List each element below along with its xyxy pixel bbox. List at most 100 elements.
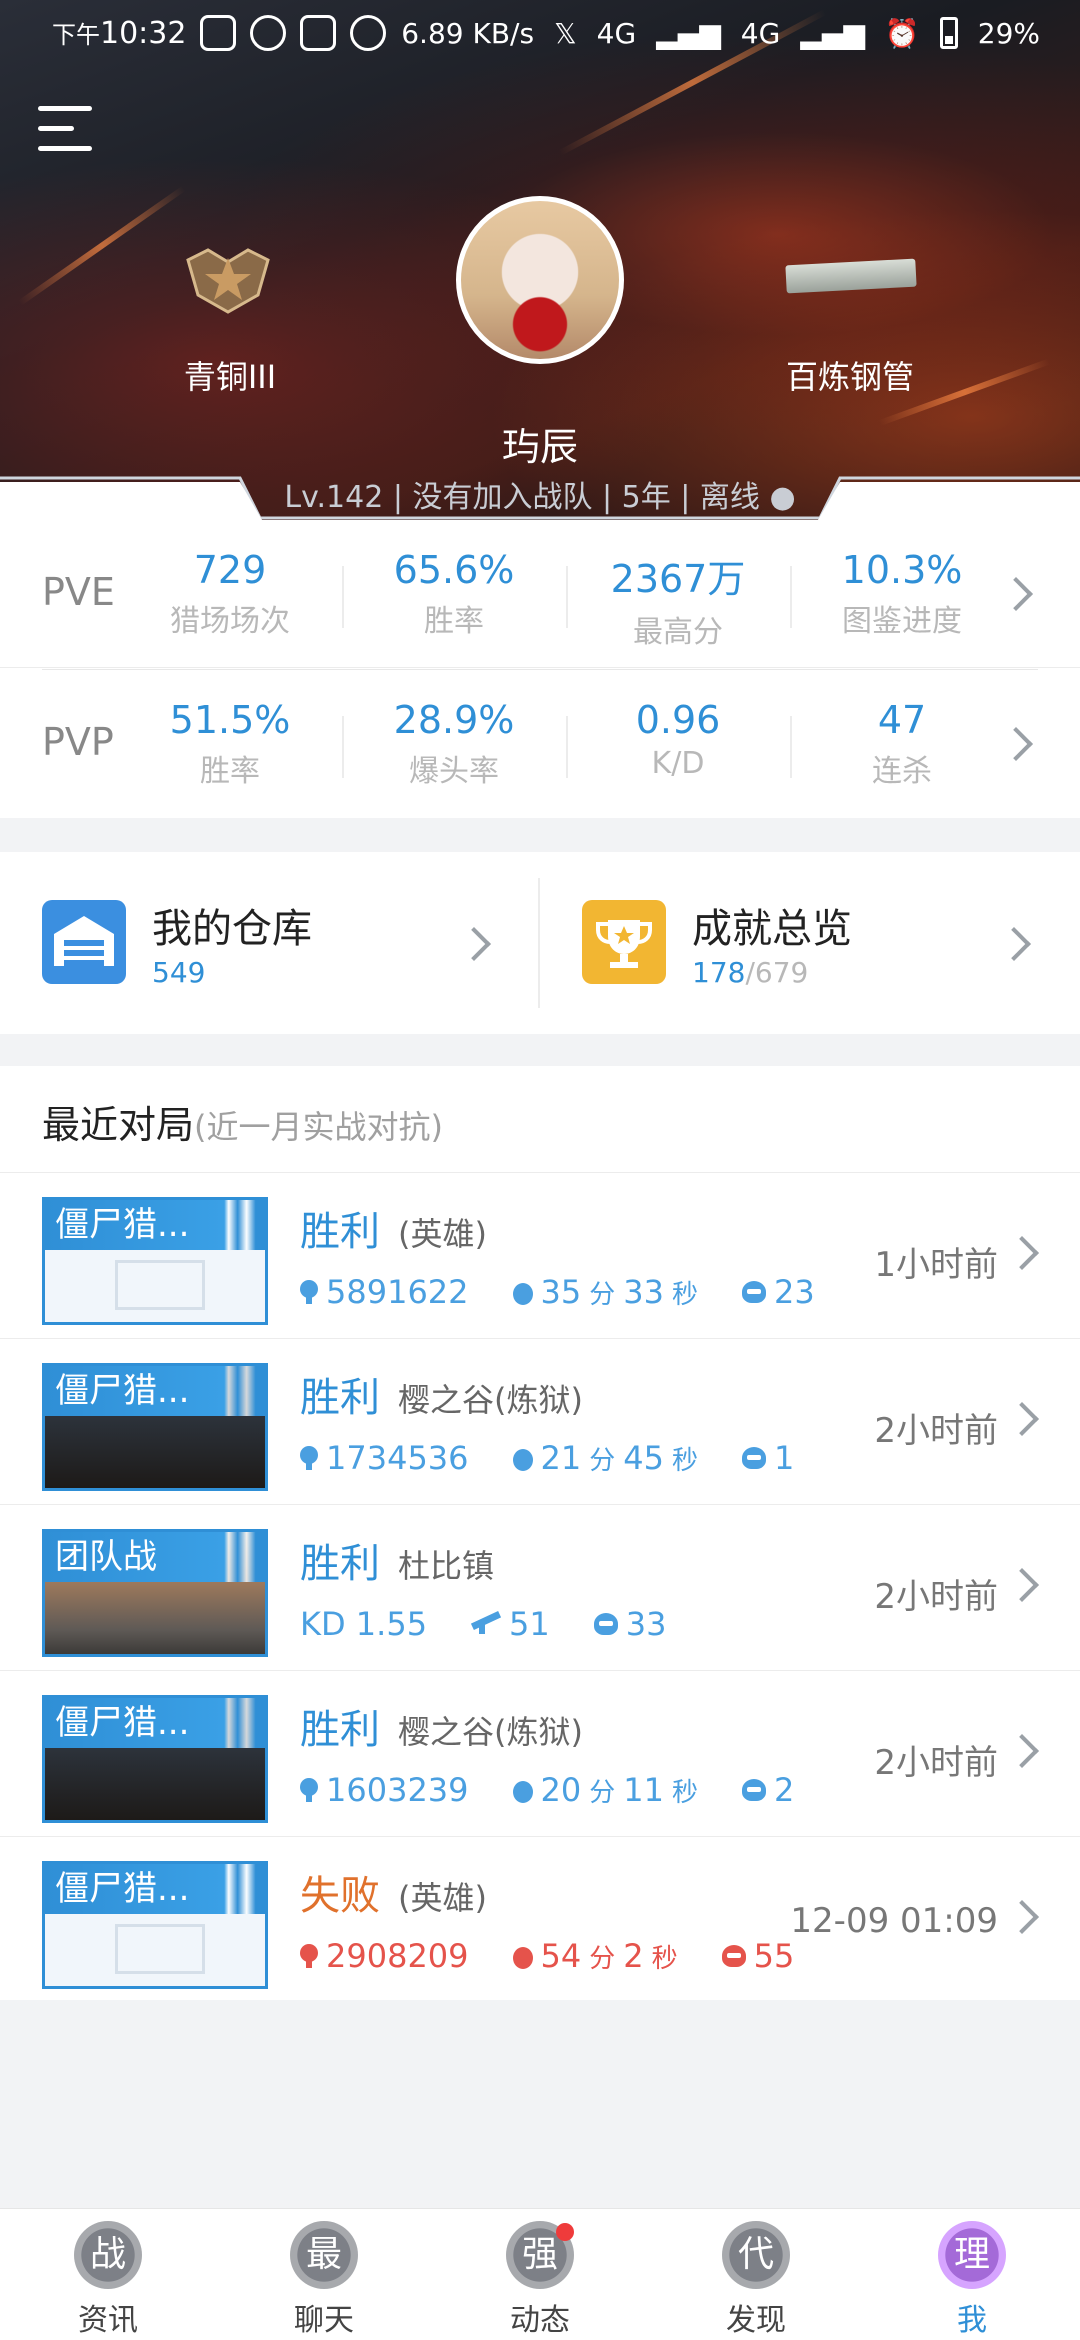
bottom-nav: 战 资讯 最 聊天 强 动态 代 发现 理 我: [0, 2208, 1080, 2340]
menu-icon[interactable]: [38, 104, 92, 152]
match-stats: 2908209 54 分 2 秒 55: [300, 1937, 794, 1975]
match-row[interactable]: 僵尸猎... 胜利 樱之谷(炼狱) 1734536 21 分 45 秒 1 2小时前: [0, 1338, 1080, 1504]
nav-label: 动态: [510, 2303, 570, 2338]
chevron-right-icon: [1005, 1900, 1039, 1934]
chat-icon: 最: [290, 2221, 358, 2289]
pvp-stat-streak: 47 连杀: [872, 698, 932, 789]
timer-icon: [512, 1781, 533, 1803]
match-result: 失败: [300, 1873, 380, 1919]
recent-matches-title: 最近对局(近一月实战对抗): [42, 1103, 443, 1147]
header-frame-decoration: [0, 476, 1080, 520]
match-result: 胜利: [300, 1707, 380, 1753]
match-time: 2小时前: [874, 1743, 998, 1783]
record-icon: [350, 15, 387, 51]
chevron-right-icon: [1005, 1402, 1039, 1436]
status-bar: 下午10:32 6.89 KB/s 𝕏 4G ▂▄▆ 4G ▂▄▆ ⏰ 29%: [0, 0, 1080, 66]
stats-panel: PVE 729 猎场场次 65.6% 胜率 2367万 最高分 10.3% 图鉴进度 P…: [0, 520, 1080, 818]
pve-stat-collection: 10.3% 图鉴进度: [841, 548, 963, 639]
pve-stat-highscore: 2367万 最高分: [610, 557, 746, 650]
network-speed: 6.89 KB/s: [401, 16, 535, 50]
nav-item-news[interactable]: 战 资讯: [0, 2221, 216, 2339]
nav-item-me[interactable]: 理 我: [864, 2221, 1080, 2339]
pvp-stat-headshot: 28.9% 爆头率: [393, 698, 515, 789]
match-map: 樱之谷(炼狱): [398, 1713, 583, 1751]
nav-label: 我: [957, 2303, 987, 2338]
nav-item-feed[interactable]: 强 动态: [432, 2221, 648, 2339]
alarm-icon: ⏰: [884, 16, 920, 50]
chevron-right-icon: [1005, 1236, 1039, 1270]
me-icon: 理: [938, 2221, 1006, 2289]
match-row[interactable]: 团队战 胜利 杜比镇 KD 1.55 51 33 2小时前: [0, 1504, 1080, 1670]
chevron-right-icon: [1005, 1568, 1039, 1602]
network-type: 4G: [596, 16, 637, 50]
battery-level: 29%: [977, 16, 1040, 50]
skull-icon: [593, 1613, 618, 1635]
pve-stats-row[interactable]: PVE 729 猎场场次 65.6% 胜率 2367万 最高分 10.3% 图鉴进度: [0, 520, 1080, 668]
match-map: (英雄): [398, 1879, 487, 1917]
status-time: 下午10:32: [52, 16, 187, 51]
background-streak: [18, 185, 186, 306]
match-time: 12-09 01:09: [790, 1901, 998, 1941]
achievements-title: 成就总览: [692, 906, 852, 952]
app-notification-icon: [200, 15, 237, 51]
match-thumbnail: 僵尸猎...: [42, 1363, 268, 1491]
network-type-2: 4G: [740, 16, 781, 50]
match-map: (英雄): [398, 1215, 487, 1253]
recent-matches-section: 最近对局(近一月实战对抗) 僵尸猎... 胜利 (英雄) 5891622 35 分…: [0, 1066, 1080, 2000]
nav-label: 聊天: [294, 2303, 354, 2338]
pvp-stats-row[interactable]: PVP 51.5% 胜率 28.9% 爆头率 0.96 K/D 47 连杀: [0, 670, 1080, 818]
rank-label: 青铜III: [183, 358, 277, 396]
player-name: 玙辰: [501, 425, 578, 469]
shortcuts-panel: 我的仓库 549 成就总览 178/679: [0, 852, 1080, 1034]
profile-header: 下午10:32 6.89 KB/s 𝕏 4G ▂▄▆ 4G ▂▄▆ ⏰ 29% …: [0, 0, 1080, 520]
match-thumbnail: 团队战: [42, 1529, 268, 1657]
pve-mode-label: PVE: [42, 570, 115, 614]
gun-icon: [471, 1614, 501, 1634]
match-map: 杜比镇: [398, 1547, 495, 1585]
match-time: 2小时前: [874, 1411, 998, 1451]
trophy-icon: [582, 900, 666, 984]
match-stats: 5891622 35 分 33 秒 23: [300, 1273, 815, 1311]
score-pin-icon: [300, 1778, 318, 1802]
discover-icon: 代: [722, 2221, 790, 2289]
match-mode-tag: 团队战: [45, 1532, 265, 1582]
match-map: 樱之谷(炼狱): [398, 1381, 583, 1419]
warehouse-title: 我的仓库: [152, 906, 312, 952]
match-row[interactable]: 僵尸猎... 失败 (英雄) 2908209 54 分 2 秒 55 12-09 01…: [0, 1836, 1080, 2002]
x-app-icon: 𝕏: [554, 16, 577, 50]
gallery-icon: [300, 15, 337, 51]
chevron-right-icon: [997, 927, 1031, 961]
match-stats: 1603239 20 分 11 秒 2: [300, 1771, 794, 1809]
warehouse-icon: [42, 900, 126, 984]
timer-icon: [512, 1947, 533, 1969]
nav-item-chat[interactable]: 最 聊天: [216, 2221, 432, 2339]
nav-item-discover[interactable]: 代 发现: [648, 2221, 864, 2339]
match-mode-tag: 僵尸猎...: [45, 1200, 265, 1250]
score-pin-icon: [300, 1446, 318, 1470]
pvp-stat-kd: 0.96 K/D: [635, 698, 721, 781]
achievements-shortcut[interactable]: 成就总览 178/679: [540, 852, 1080, 1034]
pve-stat-hunts: 729 猎场场次: [170, 548, 290, 639]
match-row[interactable]: 僵尸猎... 胜利 (英雄) 5891622 35 分 33 秒 23 1小时前: [0, 1172, 1080, 1338]
chevron-right-icon: [457, 927, 491, 961]
skull-icon: [741, 1779, 766, 1801]
avatar[interactable]: [456, 196, 624, 364]
battery-icon: [939, 17, 958, 49]
match-mode-tag: 僵尸猎...: [45, 1698, 265, 1748]
rank-badge-icon[interactable]: [178, 240, 278, 320]
signal-icon-2: ▂▄▆: [800, 16, 865, 50]
match-mode-tag: 僵尸猎...: [45, 1864, 265, 1914]
nav-label: 发现: [726, 2303, 786, 2338]
achievements-count: 178/679: [692, 956, 809, 989]
chevron-right-icon: [1005, 1734, 1039, 1768]
warehouse-count: 549: [152, 956, 206, 989]
weapon-image[interactable]: [785, 258, 917, 294]
match-thumbnail: 僵尸猎...: [42, 1695, 268, 1823]
match-time: 2小时前: [874, 1577, 998, 1617]
skull-icon: [721, 1945, 746, 1967]
match-stats: KD 1.55 51 33: [300, 1605, 667, 1643]
match-row[interactable]: 僵尸猎... 胜利 樱之谷(炼狱) 1603239 20 分 11 秒 2 2小时前: [0, 1670, 1080, 1836]
match-thumbnail: 僵尸猎...: [42, 1197, 268, 1325]
warehouse-shortcut[interactable]: 我的仓库 549: [0, 852, 538, 1034]
match-result: 胜利: [300, 1375, 380, 1421]
